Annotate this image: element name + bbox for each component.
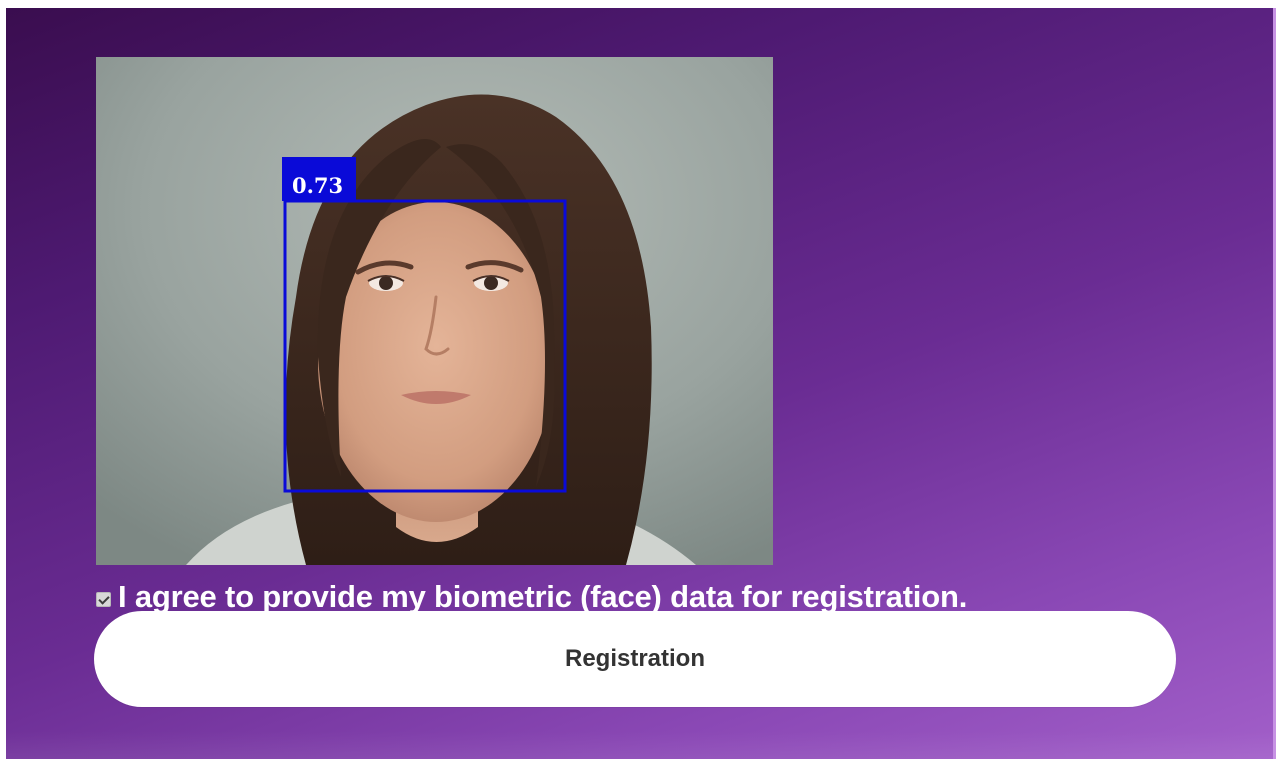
confidence-label: 0.73 — [292, 173, 344, 198]
camera-preview: 0.73 — [96, 57, 773, 565]
registration-button[interactable]: Registration — [94, 611, 1176, 707]
consent-label: I agree to provide my biometric (face) d… — [118, 579, 968, 614]
camera-frame — [96, 57, 773, 565]
consent-row[interactable]: I agree to provide my biometric (face) d… — [96, 579, 968, 614]
registration-panel: 0.73 I agree to provide my biometric (fa… — [6, 8, 1276, 759]
app-frame: 0.73 I agree to provide my biometric (fa… — [0, 0, 1285, 767]
consent-checkbox[interactable] — [96, 591, 111, 607]
